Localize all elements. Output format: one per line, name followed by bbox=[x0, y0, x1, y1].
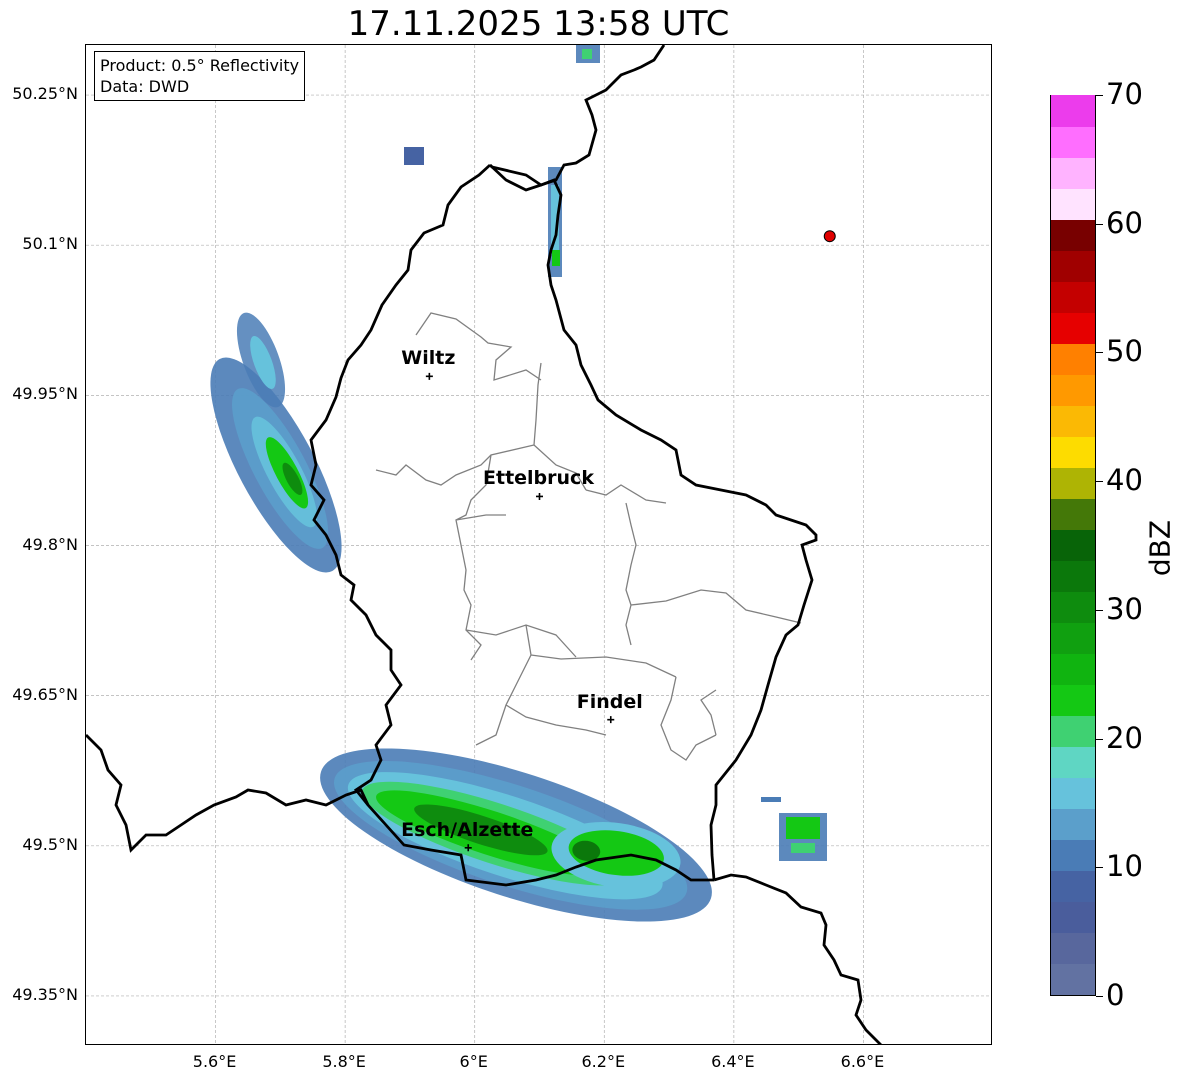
colorbar-tick-label: 40 bbox=[1106, 463, 1143, 498]
colorbar-tick-label: 60 bbox=[1106, 205, 1143, 240]
colorbar-tick bbox=[1096, 996, 1103, 997]
colorbar-swatch bbox=[1051, 312, 1095, 344]
map-panel[interactable] bbox=[85, 44, 992, 1045]
map-title: 17.11.2025 13:58 UTC bbox=[347, 4, 730, 44]
colorbar-tick-label: 50 bbox=[1106, 334, 1143, 369]
colorbar-swatch bbox=[1051, 963, 1095, 995]
colorbar-tick bbox=[1096, 223, 1103, 225]
product-label: Product: 0.5° Reflectivity bbox=[100, 56, 300, 75]
lon-tick-label: 6.2°E bbox=[581, 1052, 626, 1071]
lat-tick-label: 49.35°N bbox=[12, 984, 78, 1004]
colorbar-swatch bbox=[1051, 374, 1095, 406]
lat-tick-label: 49.5°N bbox=[22, 834, 78, 854]
colorbar-swatch bbox=[1051, 467, 1095, 499]
colorbar-swatch bbox=[1051, 746, 1095, 778]
lon-tick-label: 5.6°E bbox=[192, 1052, 237, 1071]
colorbar-swatch bbox=[1051, 95, 1095, 127]
lon-tick-label: 6°E bbox=[459, 1052, 488, 1071]
colorbar-swatch bbox=[1051, 126, 1095, 158]
colorbar-swatch bbox=[1051, 653, 1095, 685]
lat-tick-label: 49.8°N bbox=[22, 534, 78, 554]
map-canvas[interactable] bbox=[86, 45, 992, 1045]
colorbar-swatch bbox=[1051, 560, 1095, 592]
lat-tick-label: 50.25°N bbox=[12, 84, 78, 104]
city-label: Findel bbox=[576, 690, 643, 713]
lon-tick-label: 6.6°E bbox=[840, 1052, 885, 1071]
city-marker bbox=[607, 716, 615, 724]
colorbar-swatch bbox=[1051, 808, 1095, 840]
colorbar-swatch bbox=[1051, 839, 1095, 871]
colorbar-swatch bbox=[1051, 436, 1095, 468]
colorbar-swatch bbox=[1051, 343, 1095, 375]
echo-cell-east bbox=[761, 797, 827, 861]
colorbar-tick-label: 10 bbox=[1106, 849, 1143, 884]
colorbar-tick bbox=[1096, 352, 1103, 354]
colorbar-swatch bbox=[1051, 684, 1095, 716]
city-label: Wiltz bbox=[401, 347, 456, 370]
colorbar-swatch bbox=[1051, 250, 1095, 282]
colorbar-swatch bbox=[1051, 932, 1095, 964]
colorbar-swatch bbox=[1051, 157, 1095, 189]
colorbar-swatch bbox=[1051, 622, 1095, 654]
colorbar-tick bbox=[1096, 481, 1103, 483]
data-source-label: Data: DWD bbox=[100, 77, 190, 96]
echo-strip-north bbox=[404, 45, 600, 277]
colorbar-tick bbox=[1096, 95, 1103, 96]
colorbar-tick-label: 20 bbox=[1106, 720, 1143, 755]
country-border-southeast bbox=[713, 873, 882, 1044]
lon-tick-label: 5.8°E bbox=[322, 1052, 366, 1071]
city-label: Ettelbruck bbox=[483, 467, 594, 490]
colorbar-tick-label: 70 bbox=[1106, 77, 1143, 111]
boundaries bbox=[86, 45, 882, 1044]
colorbar-tick bbox=[1096, 609, 1103, 611]
lat-tick-label: 49.65°N bbox=[12, 684, 78, 704]
product-info-box: Product: 0.5° Reflectivity Data: DWD bbox=[94, 51, 306, 101]
city-marker bbox=[425, 372, 433, 380]
city-label: Esch/Alzette bbox=[401, 818, 534, 841]
colorbar-tick-label: 30 bbox=[1106, 591, 1143, 626]
colorbar-swatch bbox=[1051, 219, 1095, 251]
colorbar-swatch bbox=[1051, 870, 1095, 902]
colorbar bbox=[1050, 95, 1096, 996]
colorbar-swatch bbox=[1051, 529, 1095, 561]
colorbar-swatch bbox=[1051, 405, 1095, 437]
lat-tick-label: 50.1°N bbox=[22, 234, 78, 254]
lon-tick-label: 6.4°E bbox=[711, 1052, 755, 1071]
colorbar-unit-label: dBZ bbox=[1143, 519, 1177, 577]
radar-site-marker[interactable] bbox=[823, 230, 836, 243]
city-marker bbox=[536, 492, 543, 500]
colorbar-swatch bbox=[1051, 498, 1095, 530]
colorbar-swatch bbox=[1051, 188, 1095, 220]
colorbar-tick bbox=[1096, 867, 1103, 869]
colorbar-swatch bbox=[1051, 591, 1095, 623]
lat-tick-label: 49.95°N bbox=[12, 384, 78, 404]
colorbar-swatch bbox=[1051, 281, 1095, 313]
colorbar-tick-label: 0 bbox=[1106, 978, 1125, 1012]
colorbar-tick bbox=[1096, 738, 1103, 740]
colorbar-swatch bbox=[1051, 777, 1095, 809]
colorbar-swatch bbox=[1051, 901, 1095, 933]
country-border-north bbox=[489, 45, 666, 187]
colorbar-swatch bbox=[1051, 715, 1095, 747]
